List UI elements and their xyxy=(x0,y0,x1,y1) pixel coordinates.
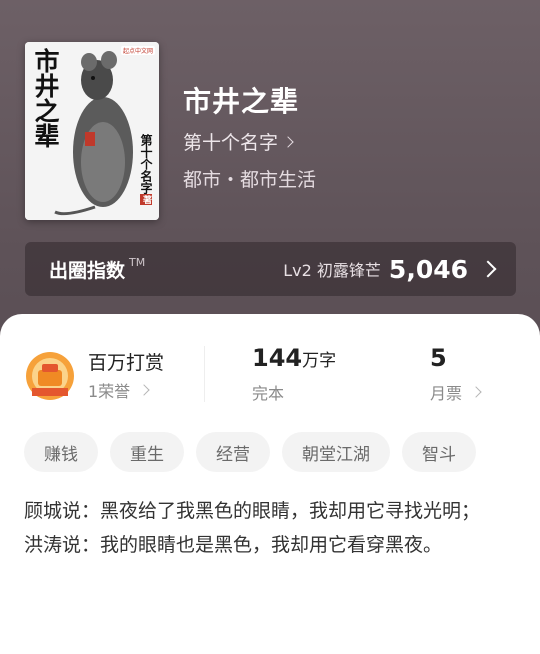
book-intro[interactable]: 顾城说：黑夜给了我黑色的眼睛，我却用它寻找光明； 洪涛说：我的眼睛也是黑色，我却… xyxy=(24,494,514,562)
stats-divider xyxy=(204,346,205,402)
tag-chip[interactable]: 智斗 xyxy=(402,432,476,472)
award-honor-count: 1荣誉 xyxy=(88,382,131,401)
word-count: 144万字 xyxy=(252,344,336,372)
popularity-index-bar[interactable]: 出圈指数 TM Lv2 初露锋芒 5,046 xyxy=(25,242,516,296)
cover-title: 市井之辈 xyxy=(31,48,60,148)
book-title: 市井之辈 xyxy=(183,85,300,118)
intro-line: 顾城说：黑夜给了我黑色的眼睛，我却用它寻找光明； xyxy=(24,500,481,522)
tag-chip[interactable]: 重生 xyxy=(110,432,184,472)
award-badge-icon[interactable] xyxy=(24,350,76,402)
monthly-ticket-count: 5 xyxy=(430,344,447,372)
tag-chip[interactable]: 赚钱 xyxy=(24,432,98,472)
author-link[interactable]: 第十个名字 xyxy=(183,128,294,155)
chevron-right-icon xyxy=(138,384,150,396)
intro-line: 洪涛说：我的眼睛也是黑色，我却用它看穿黑夜。 xyxy=(24,534,443,556)
stats-row: 百万打赏 1荣誉 144万字 完本 5 月票 xyxy=(0,342,540,412)
monthly-ticket-label: 月票 xyxy=(430,384,463,403)
word-count-number: 144 xyxy=(252,344,303,372)
book-cover[interactable]: 起点中文网 市井之辈 第十个名字著 xyxy=(25,42,159,220)
chevron-right-icon xyxy=(470,386,482,398)
completion-status: 完本 xyxy=(252,384,285,403)
book-header: 起点中文网 市井之辈 第十个名字著 市井之辈 第十个名字 都市・都市生活 出圈指… xyxy=(0,0,540,330)
cover-author: 第十个名字著 xyxy=(135,134,153,205)
index-trademark: TM xyxy=(129,256,146,269)
chevron-right-icon xyxy=(282,135,294,148)
word-count-unit: 万字 xyxy=(302,351,337,371)
book-genre[interactable]: 都市・都市生活 xyxy=(183,165,316,192)
cover-author-name: 第十个名字 xyxy=(139,134,153,194)
tag-list: 赚钱 重生 经营 朝堂江湖 智斗 xyxy=(24,432,476,472)
tag-chip[interactable]: 朝堂江湖 xyxy=(282,432,390,472)
tag-chip[interactable]: 经营 xyxy=(196,432,270,472)
award-title: 百万打赏 xyxy=(88,352,165,374)
chevron-right-icon xyxy=(479,260,497,278)
monthly-ticket-link[interactable]: 月票 xyxy=(430,380,482,404)
details-sheet: 百万打赏 1荣誉 144万字 完本 5 月票 赚钱 重生 经营 朝堂江湖 智斗 … xyxy=(0,314,540,654)
cover-author-mark: 著 xyxy=(140,194,152,205)
award-honor-link[interactable]: 1荣誉 xyxy=(88,378,150,402)
index-value: 5,046 xyxy=(388,254,468,284)
author-name: 第十个名字 xyxy=(183,132,279,154)
index-label: 出圈指数 xyxy=(49,259,126,282)
index-level: Lv2 初露锋芒 xyxy=(283,261,381,280)
cover-publisher-badge: 起点中文网 xyxy=(120,46,155,55)
